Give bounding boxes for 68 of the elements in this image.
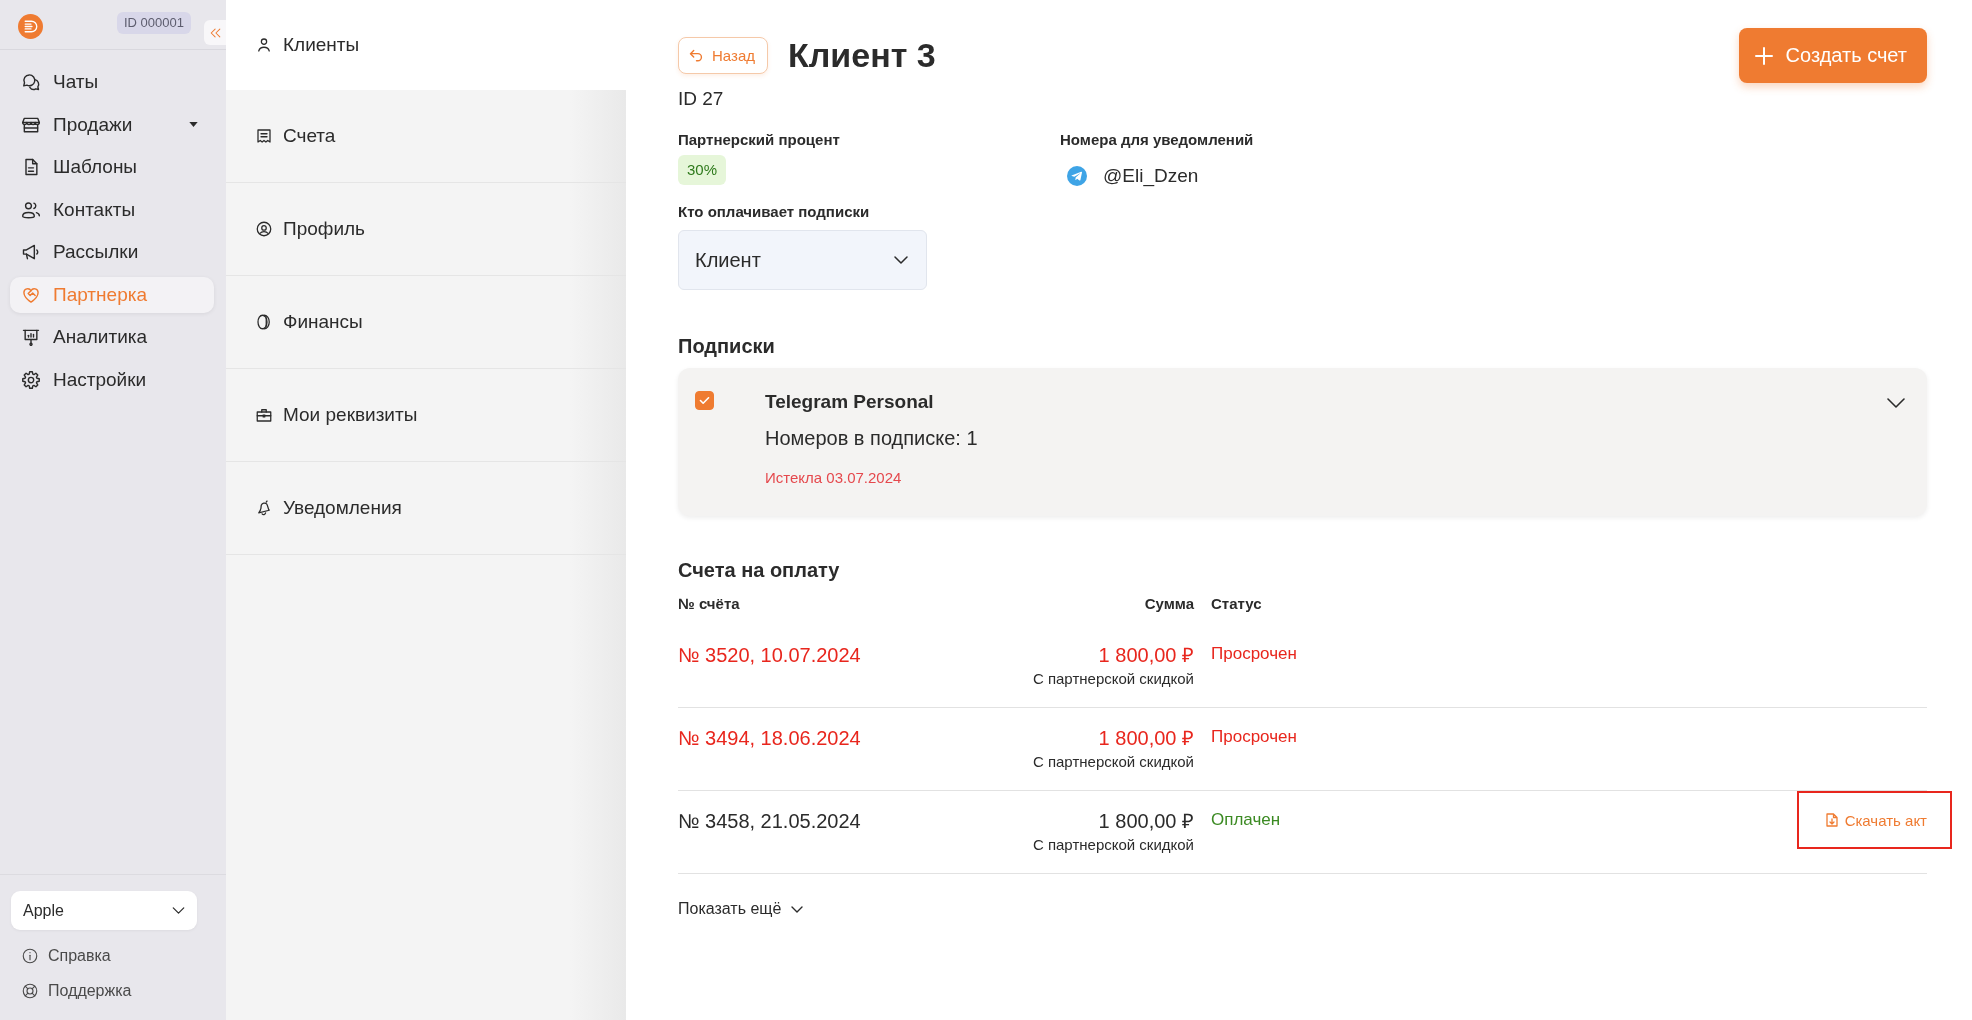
sidebar-item[interactable]: Продажи <box>10 106 214 143</box>
briefcase-icon <box>255 406 273 424</box>
return-arrow-icon <box>689 49 704 62</box>
profile-circle-icon <box>255 220 273 238</box>
column-header: Статус <box>1211 594 1262 614</box>
section-heading: Счета на оплату <box>678 558 840 583</box>
bell-icon <box>255 499 273 517</box>
lifebuoy-icon <box>21 982 39 1000</box>
settings-icon <box>21 369 41 390</box>
double-chevron-left-icon <box>209 27 221 38</box>
percent-badge: 30% <box>678 155 727 185</box>
collapse-sidebar-button[interactable] <box>204 20 226 45</box>
people-icon <box>21 199 41 220</box>
sidebar-item[interactable]: Шаблоны <box>10 149 214 185</box>
field-label: Кто оплачивает подписки <box>678 202 870 222</box>
notification-handle: @Eli_Dzen <box>1103 165 1199 187</box>
chat-bubbles-icon <box>21 72 41 92</box>
column-header: № счёта <box>678 594 740 614</box>
sidebar-item[interactable]: Чаты <box>10 64 214 100</box>
invoice-status: Просрочен <box>1211 726 1297 748</box>
invoice-amount: 1 800,00 ₽ <box>1098 643 1194 667</box>
section-menu-item[interactable]: Клиенты <box>226 0 626 90</box>
check-icon <box>699 396 710 405</box>
plus-icon <box>1753 45 1774 66</box>
section-heading: Подписки <box>678 334 775 359</box>
invoice-note: С партнерской скидкой <box>1032 835 1194 855</box>
caret-down-icon <box>189 122 198 127</box>
checkbox[interactable] <box>695 391 714 410</box>
payer-select[interactable]: Клиент <box>678 230 927 290</box>
chevron-down-icon <box>172 907 185 914</box>
subscription-status: Истекла 03.07.2024 <box>765 468 902 488</box>
invoice-amount: 1 800,00 ₽ <box>1098 726 1194 750</box>
sidebar-item[interactable]: Контакты <box>10 191 214 228</box>
file-download-icon <box>1825 813 1838 827</box>
sidebar-item[interactable]: Аналитика <box>10 319 214 355</box>
field-label: Номера для уведомлений <box>1060 130 1254 150</box>
subscription-numbers: Номеров в подписке: 1 <box>765 426 978 451</box>
sidebar-item[interactable]: Рассылки <box>10 234 214 270</box>
show-more-button[interactable]: Показать ещё <box>678 899 804 919</box>
column-header: Сумма <box>1144 594 1194 614</box>
chevron-down-icon[interactable] <box>1887 398 1905 408</box>
invoice-number: № 3458, 21.05.2024 <box>678 809 861 833</box>
coin-icon <box>255 313 273 331</box>
footer-link[interactable]: Поддержка <box>11 977 132 1005</box>
logo-icon <box>18 14 43 39</box>
invoice-status: Оплачен <box>1211 809 1281 831</box>
account-id-badge: ID 000001 <box>117 11 191 34</box>
subscription-name: Telegram Personal <box>765 390 934 414</box>
sidebar-item[interactable]: Настройки <box>10 361 214 398</box>
footer-link[interactable]: Справка <box>11 942 111 970</box>
info-icon <box>21 947 39 965</box>
invoice-number: № 3494, 18.06.2024 <box>678 726 861 750</box>
invoice-note: С партнерской скидкой <box>1032 669 1194 689</box>
page-title: Клиент 3 <box>788 36 936 75</box>
invoice-number: № 3520, 10.07.2024 <box>678 643 861 667</box>
paper-plane-icon <box>1067 166 1087 186</box>
chevron-down-icon <box>791 905 804 913</box>
invoice-status: Просрочен <box>1211 643 1297 665</box>
chevron-down-icon <box>894 256 908 264</box>
client-id: ID 27 <box>678 87 724 111</box>
workspace-select[interactable]: Apple <box>11 891 197 930</box>
person-icon <box>255 35 273 54</box>
receipt-icon <box>255 127 273 145</box>
invoice-note: С партнерской скидкой <box>1032 752 1194 772</box>
presentation-board-icon <box>21 327 41 347</box>
megaphone-icon <box>21 242 41 262</box>
invoice-amount: 1 800,00 ₽ <box>1098 809 1194 833</box>
field-label: Партнерский процент <box>678 130 840 150</box>
